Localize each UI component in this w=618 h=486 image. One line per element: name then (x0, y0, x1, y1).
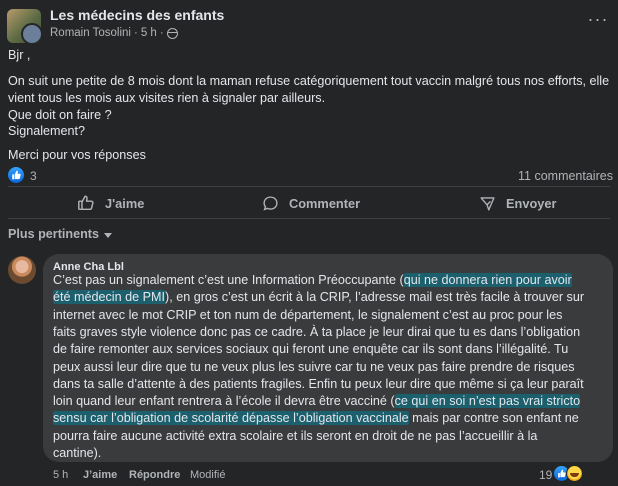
send-label: Envoyer (506, 195, 557, 211)
comment-text-segment: loin quand leur enfant rentrera à l’écol… (53, 394, 395, 409)
highlighted-text: été médecin de PMI (53, 290, 166, 305)
comment-line: peux aussi leur dire que tu ne veux plus… (53, 359, 575, 376)
comment-line: été médecin de PMI), en gros c’est un éc… (53, 289, 584, 306)
like-button[interactable]: J'aime (77, 192, 144, 214)
post-author[interactable]: Romain Tosolini (50, 27, 131, 39)
comment-time[interactable]: 5 h (53, 469, 68, 481)
highlighted-text: ce qui en soi n’est pas vrai stricto (394, 394, 581, 409)
post-time[interactable]: 5 h (141, 27, 157, 39)
like-reaction-icon[interactable] (8, 167, 24, 183)
group-avatar[interactable] (7, 9, 41, 43)
comment-line: C’est pas un signalement c’est une Infor… (53, 272, 572, 289)
group-name[interactable]: Les médecins des enfants (50, 7, 224, 23)
more-options-button[interactable]: ··· (586, 10, 610, 30)
thumbs-up-icon (77, 194, 95, 212)
send-button[interactable]: Envoyer (479, 192, 557, 214)
post-line: On suit une petite de 8 mois dont la mam… (8, 74, 610, 88)
post-line: Bjr , (8, 48, 31, 62)
reaction-count[interactable]: 3 (30, 169, 37, 183)
comment-text-segment: ), en gros c’est un écrit à la CRIP, l’a… (165, 290, 585, 305)
post-meta: Romain Tosolini · 5 h · (50, 27, 178, 39)
meta-separator: · (133, 27, 138, 39)
comments-count[interactable]: 11 commentaires (518, 169, 613, 183)
comment-text-segment: de faire remonter aux services sociaux q… (53, 342, 569, 357)
comment-reaction-count[interactable]: 19 (539, 468, 552, 482)
comment-line: loin quand leur enfant rentrera à l’écol… (53, 393, 581, 410)
caret-down-icon (103, 232, 112, 238)
comment-icon (262, 195, 279, 212)
post-line: Merci pour vos réponses (8, 148, 146, 162)
comment-line: internet avec le mot CRIP et ton num de … (53, 307, 562, 324)
comment-text-segment: cantine). (53, 446, 102, 460)
comment-button[interactable]: Commenter (262, 192, 360, 214)
comment-text-segment: C’est pas un signalement c’est une Infor… (53, 273, 404, 287)
group-privacy-icon (166, 27, 178, 39)
haha-reaction-icon[interactable] (566, 465, 583, 482)
comment-line: pourra faire aucune activité extra scola… (53, 428, 537, 445)
author-avatar[interactable] (21, 23, 41, 43)
meta-separator-2: · (159, 27, 164, 39)
highlighted-text: sensu car l’obligation de scolarité dépa… (53, 411, 409, 426)
comment-label: Commenter (289, 195, 361, 211)
comment-line: cantine). (53, 445, 101, 462)
comment-text-segment: mais par contre son enfant ne (408, 411, 579, 426)
comment-reply-button[interactable]: Répondre (129, 469, 180, 481)
comment-text-segment: internet avec le mot CRIP et ton num de … (53, 307, 563, 322)
comment-text-segment: pourra faire aucune activité extra scola… (53, 428, 538, 443)
comment-text-segment: peux aussi leur dire que tu ne veux plus… (53, 359, 575, 374)
comment-line: de faire remonter aux services sociaux q… (53, 341, 568, 358)
comment-line: dans ta salle d’attente à des patients f… (53, 376, 584, 393)
comment-like-button[interactable]: J’aime (83, 469, 117, 481)
comment-edited-label[interactable]: Modifié (190, 469, 225, 481)
post-line: Que doit on faire ? (8, 108, 112, 122)
commenter-avatar[interactable] (8, 256, 36, 284)
comment-text-segment: faits graves style violence donc pas ce … (53, 324, 581, 339)
post-line: Signalement? (8, 124, 86, 138)
sort-label: Plus pertinents (8, 227, 99, 241)
highlighted-text: qui ne donnera rien pour avoir (403, 273, 572, 287)
comment-line: sensu car l’obligation de scolarité dépa… (53, 410, 579, 427)
divider (8, 186, 610, 187)
comment-line: faits graves style violence donc pas ce … (53, 324, 580, 341)
send-icon (479, 195, 496, 212)
like-label: J'aime (105, 195, 145, 211)
divider (8, 218, 610, 219)
comment-text-segment: dans ta salle d’attente à des patients f… (53, 376, 584, 391)
comments-sort-dropdown[interactable]: Plus pertinents (8, 227, 112, 241)
post-line: vient tous les mois aux visites rien à s… (8, 91, 326, 105)
